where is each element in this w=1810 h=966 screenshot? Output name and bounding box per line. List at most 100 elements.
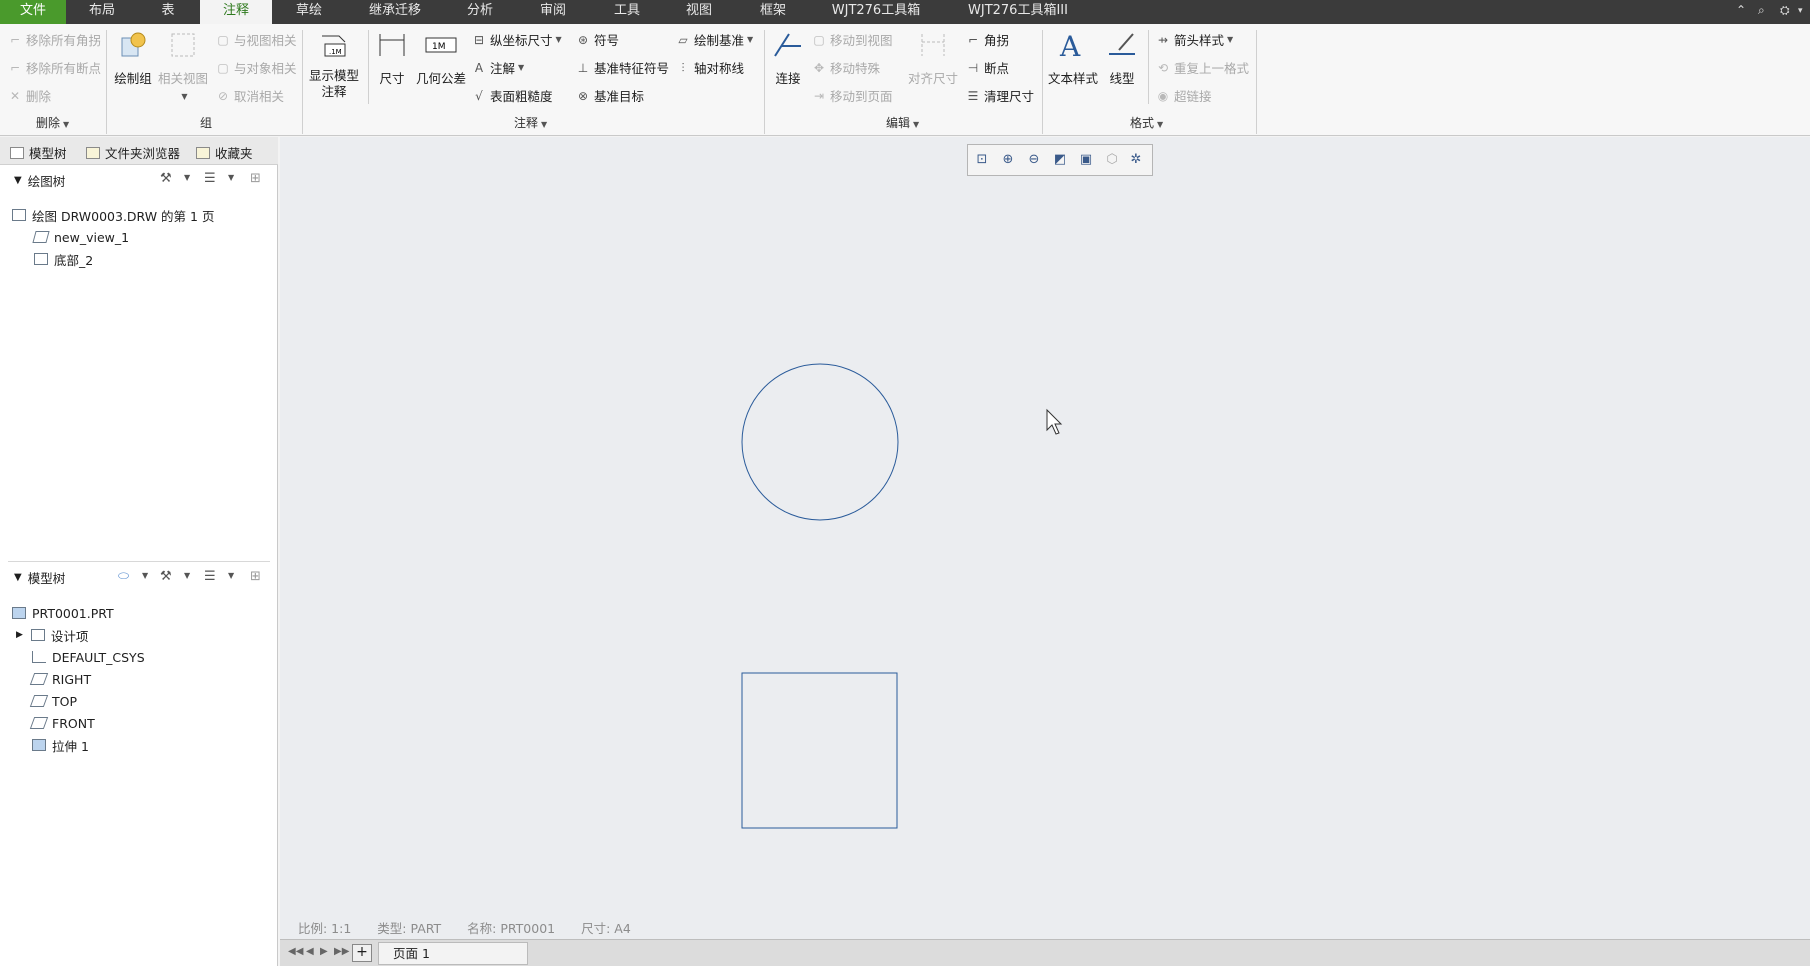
tab-favorites[interactable]: 收藏夹 [196,143,253,162]
drawing-canvas[interactable] [280,137,1810,939]
move-to-page-button[interactable]: ⇥ 移动到页面 [812,86,893,105]
draw-datum-button[interactable]: ▱ 绘制基准 ▼ [676,30,753,49]
tree-item-drawing-sheet[interactable]: 绘图 DRW0003.DRW 的第 1 页 [12,205,214,225]
previous-page-icon[interactable]: ◀ [306,946,314,957]
delete-button[interactable]: ✕ 删除 [8,86,51,105]
draw-group-button[interactable]: 绘制组 [112,28,154,87]
minimize-ribbon-icon[interactable]: ⌃ [1736,3,1746,17]
expand-icon[interactable]: ▶ [16,630,23,640]
tab-review[interactable]: 审阅 [530,0,576,24]
break-button[interactable]: ⊣ 断点 [966,58,1009,77]
repaint-icon[interactable]: ◩ [1052,152,1068,168]
collapse-model-tree-icon[interactable]: ▼ [14,572,22,583]
datum-display-icon[interactable]: ✲ [1128,152,1144,168]
repeat-last-format-button[interactable]: ⟲ 重复上一格式 [1156,58,1249,77]
first-page-icon[interactable]: ◀◀ [288,946,303,957]
tree-settings-dropdown-icon[interactable]: ▼ [184,571,190,580]
tab-folder-browser[interactable]: 文件夹浏览器 [86,143,180,162]
arrow-style-dropdown-icon[interactable]: ▼ [1227,35,1233,44]
show-model-annotations-button[interactable]: .1M 显示模型注释 [306,28,362,100]
line-style-button[interactable]: 线型 [1102,28,1142,87]
cleanup-dimensions-button[interactable]: ☰ 清理尺寸 [966,86,1034,105]
tab-model-tree[interactable]: 模型树 [10,143,67,162]
tab-wjt276-toolbox[interactable]: WJT276工具箱 [826,0,926,24]
arrow-style-button[interactable]: ⇸ 箭头样式 ▼ [1156,30,1233,49]
refit-icon[interactable]: ⊡ [974,152,990,168]
tab-wjt276-toolbox-iii[interactable]: WJT276工具箱III [960,0,1076,24]
panel-splitter[interactable] [8,561,270,562]
page-tab[interactable]: 页面 1 [378,942,528,965]
jog-button[interactable]: ⌐ 角拐 [966,30,1009,49]
datum-target-button[interactable]: ⊗ 基准目标 [576,86,644,105]
tree-columns-dropdown-icon[interactable]: ▼ [228,571,234,580]
tab-tools[interactable]: 工具 [604,0,650,24]
tab-table[interactable]: 表 [148,0,188,24]
tree-item-default-csys[interactable]: DEFAULT_CSYS [32,647,145,667]
tree-columns-icon[interactable]: ☰ [204,171,216,186]
tree-item-front-plane[interactable]: FRONT [29,713,95,733]
zoom-out-icon[interactable]: ⊖ [1026,152,1042,168]
shade-icon[interactable]: ⬡ [1104,152,1120,168]
remove-all-breaks-button[interactable]: ⌐ 移除所有断点 [8,58,101,77]
unrelate-button[interactable]: ⊘ 取消相关 [216,86,284,105]
last-page-icon[interactable]: ▶▶ [334,946,349,957]
remove-all-jogs-button[interactable]: ⌐ 移除所有角拐 [8,30,101,49]
add-page-icon[interactable]: + [352,944,372,962]
show-icon[interactable]: ⬭ [118,569,129,584]
relate-to-view-button[interactable]: ▢ 与视图相关 [216,30,296,49]
tab-layout[interactable]: 布局 [78,0,126,24]
group-label-annotate[interactable]: 注释 ▼ [514,114,547,131]
symbol-button[interactable]: ⊛ 符号 [576,30,619,49]
tab-annotate[interactable]: 注释 [200,0,272,24]
circle-view-geometry[interactable] [741,363,899,521]
surface-finish-button[interactable]: √ 表面粗糙度 [472,86,552,105]
tree-filter-icon[interactable]: ⊞ [250,569,261,584]
next-page-icon[interactable]: ▶ [320,946,328,957]
tree-item-bottom-view[interactable]: 底部_2 [34,249,93,269]
note-button[interactable]: A 注解 ▼ [472,58,524,77]
geometric-tolerance-button[interactable]: 1M 几何公差 [414,28,468,87]
help-icon[interactable]: ⛭ [1780,3,1790,18]
align-dimensions-button[interactable]: 对齐尺寸 [908,28,958,87]
group-label-delete[interactable]: 删除 ▼ [36,114,69,131]
tab-legacy-migration[interactable]: 继承迁移 [360,0,430,24]
search-icon[interactable]: ⌕ [1758,3,1765,18]
hyperlink-button[interactable]: ◉ 超链接 [1156,86,1212,105]
display-style-icon[interactable]: ▣ [1078,152,1094,168]
tab-frame[interactable]: 框架 [750,0,796,24]
datum-feature-symbol-button[interactable]: ⊥ 基准特征符号 [576,58,669,77]
show-dropdown-icon[interactable]: ▼ [142,571,148,580]
group-label-edit[interactable]: 编辑 ▼ [886,114,919,131]
tree-columns-dropdown-icon[interactable]: ▼ [228,173,234,182]
move-special-button[interactable]: ✥ 移动特殊 [812,58,880,77]
tab-file[interactable]: 文件 [0,0,66,24]
tree-item-design-items[interactable]: ▶ 设计项 [16,625,88,645]
connect-button[interactable]: 连接 [768,28,808,87]
tree-settings-dropdown-icon[interactable]: ▼ [184,173,190,182]
tree-columns-icon[interactable]: ☰ [204,569,216,584]
draw-datum-dropdown-icon[interactable]: ▼ [747,35,753,44]
axis-symmetry-line-button[interactable]: ⫶ 轴对称线 [676,58,744,77]
tree-filter-icon[interactable]: ⊞ [250,171,261,186]
tab-sketch[interactable]: 草绘 [286,0,332,24]
group-label-format[interactable]: 格式 ▼ [1130,114,1163,131]
dimension-button[interactable]: 尺寸 [374,28,410,87]
note-dropdown-icon[interactable]: ▼ [518,63,524,72]
tree-settings-icon[interactable]: ⚒ [160,569,172,584]
related-view-button[interactable]: 相关视图 ▼ [158,28,208,102]
options-dropdown-icon[interactable]: ▾ [1798,6,1803,16]
tree-item-new-view[interactable]: new_view_1 [32,227,129,247]
collapse-drawing-tree-icon[interactable]: ▼ [14,175,22,186]
tree-item-right-plane[interactable]: RIGHT [29,669,91,689]
square-view-geometry[interactable] [741,672,898,829]
tree-settings-icon[interactable]: ⚒ [160,171,172,186]
tree-item-top-plane[interactable]: TOP [29,691,77,711]
zoom-in-icon[interactable]: ⊕ [1000,152,1016,168]
tree-item-part[interactable]: PRT0001.PRT [12,603,114,623]
relate-to-object-button[interactable]: ▢ 与对象相关 [216,58,296,77]
tab-view[interactable]: 视图 [676,0,722,24]
move-to-view-button[interactable]: ▢ 移动到视图 [812,30,892,49]
text-style-button[interactable]: A 文本样式 [1046,28,1100,87]
tree-item-extrude[interactable]: 拉伸 1 [32,735,89,755]
ordinate-dimension-button[interactable]: ⊟ 纵坐标尺寸 ▼ [472,30,562,49]
